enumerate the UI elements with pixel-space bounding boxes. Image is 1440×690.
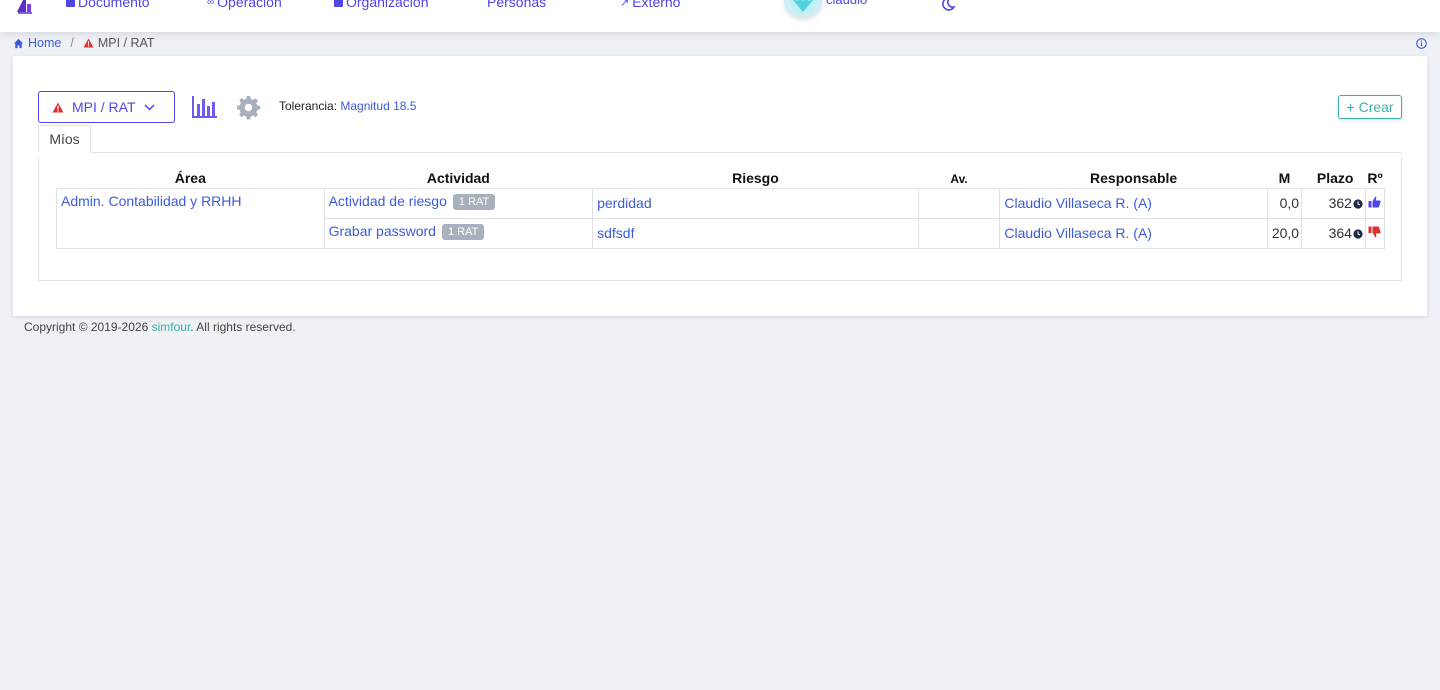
header-actividad[interactable]: Actividad — [324, 165, 593, 188]
header-riesgo[interactable]: Riesgo — [593, 165, 919, 188]
home-icon — [13, 38, 24, 48]
nav-documento[interactable]: Documento — [66, 0, 150, 10]
header-ro[interactable]: Rº — [1365, 165, 1384, 188]
warning-icon — [52, 102, 64, 112]
main-card: MPI / RAT Tolerancia: Magnitud 18.5 + Cr… — [13, 56, 1427, 316]
activity-cell[interactable]: Grabar password 1 RAT — [323, 217, 594, 249]
footer-copyright: Copyright © 2019-2026 — [24, 320, 152, 334]
responsible-cell[interactable]: Claudio Villaseca R. (A) — [999, 187, 1268, 219]
nav-documento-label: Documento — [78, 0, 150, 10]
building-icon — [334, 0, 343, 7]
plazo-value: 362 — [1328, 195, 1352, 211]
nav-externo-label: Externo — [632, 0, 681, 10]
operation-icon: ∞ — [207, 0, 215, 8]
area-link[interactable]: Admin. Contabilidad y RRHH — [61, 193, 242, 209]
nav-personas-label: Personas — [487, 0, 547, 10]
warning-icon — [83, 38, 94, 48]
breadcrumb-current: MPI / RAT — [97, 36, 155, 50]
rat-badge: 1 RAT — [441, 223, 485, 240]
m-value: 20,0 — [1266, 217, 1303, 249]
header-responsable[interactable]: Responsable — [1000, 165, 1267, 188]
tab-mios[interactable]: Míos — [38, 125, 91, 152]
nav-organizacion-label: Organización — [346, 0, 429, 10]
status-cell[interactable] — [1364, 217, 1386, 249]
activity-cell[interactable]: Actividad de riesgo 1 RAT — [323, 187, 594, 219]
table-panel: Área Actividad Riesgo Av. Responsable M … — [38, 157, 1402, 281]
tolerance-label: Tolerancia: — [279, 99, 338, 113]
risk-link[interactable]: perdidad — [597, 195, 652, 211]
gear-icon[interactable] — [236, 95, 261, 120]
header-plazo[interactable]: Plazo — [1302, 165, 1366, 188]
risk-cell[interactable]: perdidad — [592, 187, 919, 219]
document-icon — [66, 0, 75, 7]
module-select-label: MPI / RAT — [72, 99, 136, 115]
av-cell — [917, 217, 1001, 249]
breadcrumb-home[interactable]: Home — [28, 36, 61, 50]
tolerance-info: Tolerancia: Magnitud 18.5 — [279, 99, 416, 113]
header-av[interactable]: Av. — [918, 165, 1000, 188]
nav-operacion-label: Operación — [217, 0, 282, 10]
responsible-cell[interactable]: Claudio Villaseca R. (A) — [999, 217, 1268, 249]
responsible-link[interactable]: Claudio Villaseca R. (A) — [1004, 195, 1152, 211]
footer-brand-link[interactable]: simfour — [152, 320, 191, 334]
area-cell[interactable]: Admin. Contabilidad y RRHH — [56, 187, 325, 249]
tab-mios-label: Míos — [49, 131, 80, 147]
rat-badge: 1 RAT — [452, 193, 496, 210]
tab-divider — [91, 152, 1402, 153]
thumbs-up-icon[interactable] — [1368, 196, 1381, 208]
activity-link[interactable]: Grabar password — [329, 223, 436, 239]
moon-icon[interactable] — [940, 0, 956, 12]
m-value: 0,0 — [1266, 187, 1303, 219]
risk-table: Área Actividad Riesgo Av. Responsable M … — [56, 165, 1386, 249]
activity-link[interactable]: Actividad de riesgo — [329, 193, 447, 209]
header-area[interactable]: Área — [57, 165, 325, 188]
app-logo-icon[interactable] — [14, 0, 34, 14]
breadcrumb: Home / MPI / RAT — [13, 36, 155, 50]
plazo-cell: 362 — [1301, 187, 1366, 219]
clock-icon — [1353, 199, 1363, 209]
create-button[interactable]: + Crear — [1338, 95, 1402, 119]
plus-icon: + — [1346, 99, 1355, 115]
footer: Copyright © 2019-2026 simfour. All right… — [24, 320, 296, 334]
table-header-row: Área Actividad Riesgo Av. Responsable M … — [57, 165, 1385, 188]
footer-rights: . All rights reserved. — [190, 320, 296, 334]
nav-operacion[interactable]: ∞ Operación — [207, 0, 282, 10]
clock-icon — [1353, 229, 1363, 239]
user-avatar[interactable] — [784, 0, 822, 18]
av-cell — [917, 187, 1001, 219]
header-m[interactable]: M — [1267, 165, 1301, 188]
risk-cell[interactable]: sdfsdf — [592, 217, 919, 249]
nav-externo[interactable]: ↗ Externo — [620, 0, 680, 10]
info-icon[interactable] — [1416, 38, 1427, 49]
chevron-down-icon — [144, 103, 155, 111]
nav-personas[interactable]: Personas — [487, 0, 546, 10]
module-select[interactable]: MPI / RAT — [38, 91, 175, 123]
user-name[interactable]: claudio — [826, 0, 867, 7]
plazo-cell: 364 — [1301, 217, 1366, 249]
top-navbar: Documento ∞ Operación Organización Perso… — [0, 0, 1440, 32]
avatar-graphic-icon — [789, 0, 817, 14]
table-row: Admin. Contabilidad y RRHH Actividad de … — [56, 187, 1386, 249]
risk-link[interactable]: sdfsdf — [597, 225, 634, 241]
external-icon: ↗ — [620, 0, 630, 9]
create-button-label: Crear — [1358, 99, 1394, 115]
bar-chart-icon[interactable] — [192, 96, 217, 118]
breadcrumb-separator: / — [70, 36, 74, 50]
thumbs-down-icon[interactable] — [1368, 226, 1381, 238]
plazo-value: 364 — [1328, 225, 1352, 241]
responsible-link[interactable]: Claudio Villaseca R. (A) — [1004, 225, 1152, 241]
tolerance-value: Magnitud 18.5 — [340, 99, 417, 113]
status-cell[interactable] — [1364, 187, 1386, 219]
nav-organizacion[interactable]: Organización — [334, 0, 429, 10]
